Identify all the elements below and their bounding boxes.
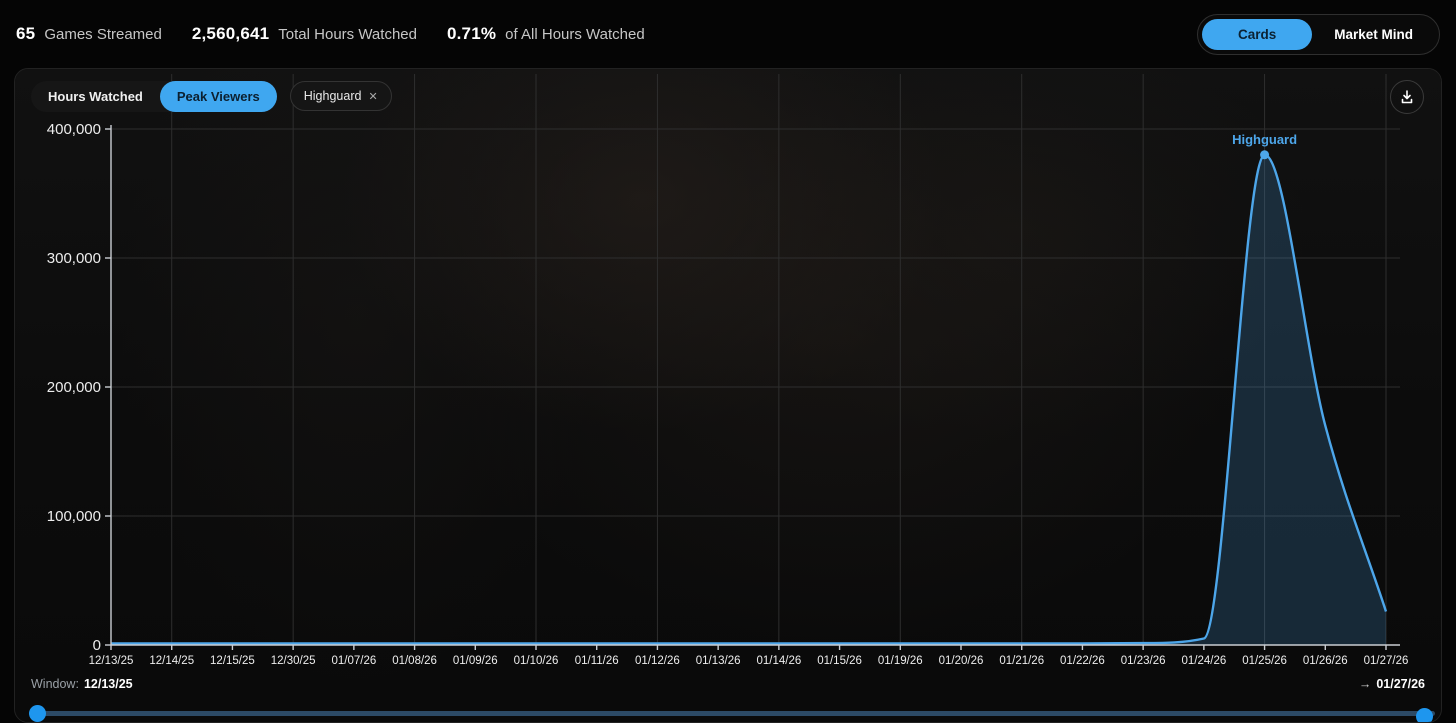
y-axis-labels: 0 100,000 200,000 300,000 400,000 — [47, 121, 101, 654]
stat-value: 65 — [16, 24, 35, 44]
x-axis-labels: 12/13/25 12/14/25 12/15/25 12/30/25 01/07/26… — [89, 655, 1409, 667]
chart-grid — [111, 74, 1400, 645]
chart-toolbar: Hours Watched Peak Viewers Highguard ✕ — [15, 69, 1441, 123]
window-label-row: Window: 12/13/25 → 01/27/26 — [15, 677, 1441, 691]
window-label: Window: — [31, 677, 79, 691]
view-mode-toggle: Cards Market Mind — [1197, 14, 1440, 55]
chart-panel: Hours Watched Peak Viewers Highguard ✕ 0… — [14, 68, 1442, 723]
window-start-date: 12/13/25 — [84, 677, 133, 691]
stat-label: of All Hours Watched — [505, 26, 645, 43]
y-tick-label: 0 — [93, 637, 101, 654]
stat-games-streamed: 65 Games Streamed — [16, 24, 162, 44]
series-area — [111, 155, 1386, 645]
close-icon[interactable]: ✕ — [368, 90, 377, 103]
x-tick-label: 12/14/25 — [149, 655, 194, 667]
x-tick-label: 01/15/26 — [817, 655, 862, 667]
stat-share-hours: 0.71% of All Hours Watched — [447, 24, 645, 44]
x-tick-label: 01/25/26 — [1242, 655, 1287, 667]
slider-track[interactable] — [29, 711, 1435, 716]
toggle-option-cards[interactable]: Cards — [1202, 19, 1312, 50]
metric-tabs: Hours Watched Peak Viewers — [31, 81, 277, 112]
x-tick-label: 01/12/26 — [635, 655, 680, 667]
top-header: 65 Games Streamed 2,560,641 Total Hours … — [0, 0, 1456, 68]
x-tick-label: 01/23/26 — [1121, 655, 1166, 667]
x-tick-label: 01/24/26 — [1181, 655, 1226, 667]
x-tick-label: 12/30/25 — [271, 655, 316, 667]
x-tick-label: 12/15/25 — [210, 655, 255, 667]
peak-annotation-label: Highguard — [1232, 132, 1297, 147]
toggle-option-market-mind[interactable]: Market Mind — [1312, 19, 1435, 50]
series-line — [111, 155, 1386, 644]
x-tick-label: 01/19/26 — [878, 655, 923, 667]
y-tick-label: 400,000 — [47, 121, 101, 138]
filter-chip-highguard[interactable]: Highguard ✕ — [290, 81, 392, 111]
peak-marker[interactable] — [1260, 150, 1269, 159]
tab-hours-watched[interactable]: Hours Watched — [31, 81, 160, 112]
stat-label: Games Streamed — [44, 26, 162, 43]
x-tick-label: 01/22/26 — [1060, 655, 1105, 667]
stat-value: 2,560,641 — [192, 24, 269, 44]
x-tick-label: 01/21/26 — [999, 655, 1044, 667]
x-tick-label: 01/27/26 — [1364, 655, 1409, 667]
x-tick-label: 01/07/26 — [331, 655, 376, 667]
x-tick-label: 01/26/26 — [1303, 655, 1348, 667]
window-end-date: 01/27/26 — [1376, 677, 1425, 691]
arrow-right-icon: → — [1359, 677, 1372, 691]
stat-total-hours: 2,560,641 Total Hours Watched — [192, 24, 417, 44]
x-tick-label: 01/08/26 — [392, 655, 437, 667]
x-tick-label: 12/13/25 — [89, 655, 134, 667]
stat-label: Total Hours Watched — [278, 26, 417, 43]
window-end-thumb[interactable] — [1416, 708, 1433, 723]
stat-value: 0.71% — [447, 24, 496, 44]
window-start-thumb[interactable] — [29, 705, 46, 722]
y-tick-label: 100,000 — [47, 508, 101, 525]
y-tick-label: 300,000 — [47, 250, 101, 267]
x-tick-label: 01/09/26 — [453, 655, 498, 667]
y-tick-label: 200,000 — [47, 379, 101, 396]
x-tick-label: 01/11/26 — [575, 655, 619, 667]
x-tick-label: 01/14/26 — [756, 655, 801, 667]
x-tick-label: 01/13/26 — [696, 655, 741, 667]
x-tick-label: 01/20/26 — [939, 655, 984, 667]
x-tick-label: 01/10/26 — [514, 655, 559, 667]
tab-peak-viewers[interactable]: Peak Viewers — [160, 81, 277, 112]
chart-plot-area[interactable]: 0100,000200,000300,000400,00012/13/2512/… — [15, 69, 1442, 673]
window-range-slider — [29, 704, 1435, 722]
summary-stats: 65 Games Streamed 2,560,641 Total Hours … — [16, 24, 645, 44]
chip-label: Highguard — [304, 89, 362, 103]
